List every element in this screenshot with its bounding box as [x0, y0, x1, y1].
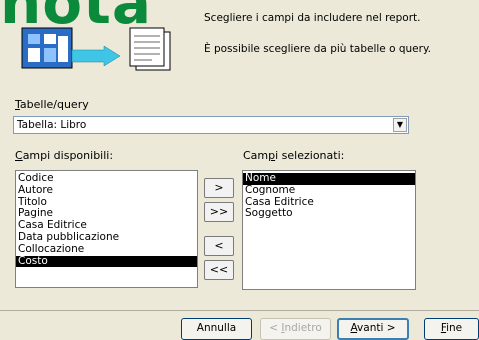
available-field-item-selected[interactable]: Costo [16, 255, 197, 268]
available-fields-label: Campi disponibili: [15, 149, 114, 162]
available-fields-list[interactable]: Codice Autore Titolo Pagine Casa Editric… [15, 170, 198, 288]
wizard-illustration-icon [21, 27, 171, 71]
add-all-fields-button[interactable]: >> [204, 202, 234, 222]
cancel-button[interactable]: Annulla [181, 318, 252, 340]
selected-fields-list[interactable]: Nome Cognome Casa Editrice Soggetto [242, 170, 416, 290]
table-query-value: Tabella: Libro [17, 119, 87, 131]
available-field-item[interactable]: Collocazione [16, 243, 197, 256]
selected-fields-label: Campi selezionati: [243, 149, 345, 162]
add-field-button[interactable]: > [204, 178, 234, 198]
table-query-select[interactable]: Tabella: Libro ▼ [13, 116, 409, 134]
remove-field-button[interactable]: < [204, 236, 234, 256]
chevron-down-icon[interactable]: ▼ [393, 118, 407, 132]
available-field-item[interactable]: Autore [16, 184, 197, 197]
available-field-item[interactable]: Data pubblicazione [16, 231, 197, 244]
remove-all-fields-button[interactable]: << [204, 260, 234, 280]
selected-field-item[interactable]: Cognome [243, 184, 415, 197]
instruction-line-1: Scegliere i campi da includere nel repor… [204, 12, 421, 24]
footer-divider [0, 310, 479, 311]
selected-field-item[interactable]: Soggetto [243, 208, 415, 220]
next-button[interactable]: Avanti > [337, 318, 409, 340]
instruction-line-2: È possibile scegliere da più tabelle o q… [204, 43, 431, 55]
finish-button[interactable]: Fine [424, 318, 479, 340]
table-query-label: Tabelle/query [15, 98, 89, 111]
back-button[interactable]: < Indietro [260, 318, 331, 340]
